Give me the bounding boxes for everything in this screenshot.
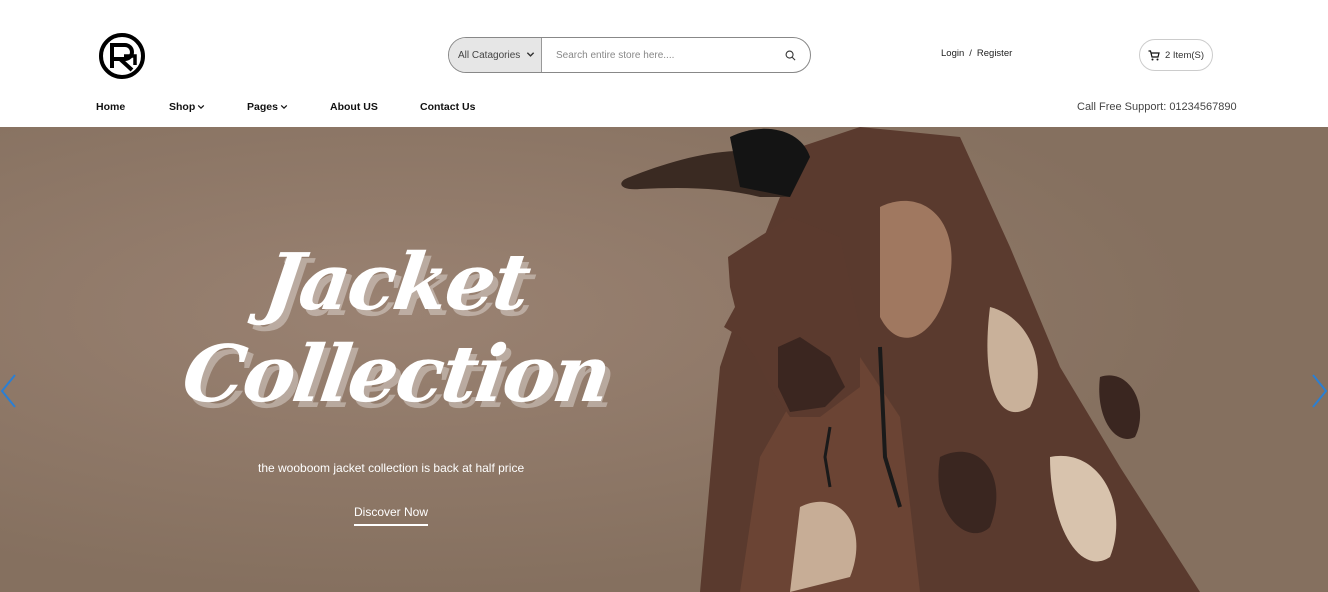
category-select[interactable]: All Catagories [449,38,542,72]
nav-item-label: Pages [247,101,278,113]
site-header: All Catagories Login / Register 2 Item(S… [0,0,1328,127]
category-select-value: All Catagories [458,49,521,61]
auth-links: Login / Register [941,48,1012,59]
nav-item-label: Home [96,101,126,113]
cart-icon [1148,49,1160,60]
nav-item-contact[interactable]: Contact Us [420,101,475,113]
nav-item-label: About US [330,101,378,113]
hero-slider: Jacket Collection the wooboom jacket col… [0,127,1328,592]
hero-title: Jacket Collection [177,237,615,421]
brand-logo[interactable] [98,32,146,80]
chevron-down-icon [280,104,288,110]
nav-item-label: Shop [169,101,196,113]
nav-item-about[interactable]: About US [330,101,378,113]
auth-separator: / [969,48,972,59]
chevron-down-icon [526,50,535,61]
nav-item-shop[interactable]: Shop [169,101,205,113]
login-link[interactable]: Login [941,48,964,59]
support-phone: Call Free Support: 01234567890 [1077,101,1237,113]
register-link[interactable]: Register [977,48,1012,59]
search-icon [785,50,795,60]
nav-item-label: Contact Us [420,101,476,113]
slider-prev-arrow-icon[interactable] [0,372,20,410]
search-button[interactable] [770,38,810,72]
chevron-down-icon [198,104,205,110]
slider-next-arrow-icon[interactable] [1308,372,1328,410]
nav-item-pages[interactable]: Pages [247,101,288,113]
discover-now-button[interactable]: Discover Now [354,505,429,526]
nav-item-home[interactable]: Home [96,101,125,113]
hero-subtitle: the wooboom jacket collection is back at… [258,461,525,475]
search-bar: All Catagories [448,37,811,73]
cart-button[interactable]: 2 Item(S) [1139,39,1213,71]
hero-title-line1: Jacket [258,237,535,328]
search-input[interactable] [542,38,770,72]
cart-count: 2 Item(S) [1164,49,1205,61]
hero-title-line2: Collection [177,329,615,420]
